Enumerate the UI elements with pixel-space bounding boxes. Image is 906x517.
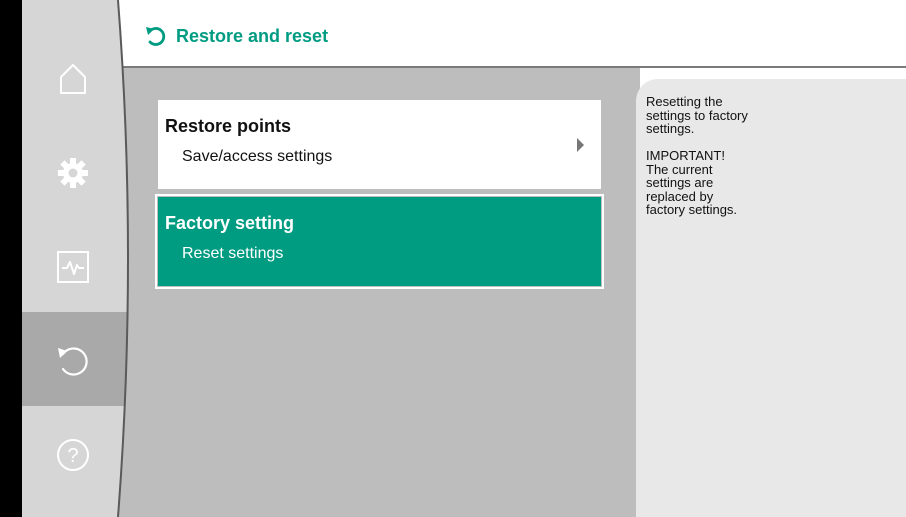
chevron-right-icon	[577, 138, 584, 152]
gear-icon	[58, 158, 88, 188]
home-icon	[60, 64, 86, 94]
menu-item-title: Factory setting	[165, 213, 295, 233]
menu-item-subtitle: Reset settings	[182, 245, 284, 262]
menu-item-restore-points[interactable]: Restore points Save/access settings	[158, 100, 601, 189]
header-bar: Restore and reset	[118, 0, 906, 68]
menu-item-title: Restore points	[165, 116, 292, 136]
help-icon: ?	[57, 439, 89, 471]
diagnostics-icon	[57, 251, 89, 283]
svg-text:?: ?	[67, 445, 78, 467]
page-title: Restore and reset	[176, 26, 329, 46]
menu-item-subtitle: Save/access settings	[182, 148, 333, 165]
sidebar-item-settings[interactable]	[22, 124, 118, 218]
screen: Resetting the settings to factory settin…	[0, 0, 906, 517]
sidebar-item-help[interactable]: ?	[22, 406, 118, 500]
info-panel: Resetting the settings to factory settin…	[636, 79, 906, 517]
menu-item-factory-setting[interactable]: Factory setting Reset settings	[155, 194, 604, 289]
sidebar-item-diagnostics[interactable]	[22, 218, 118, 312]
restore-icon	[58, 347, 88, 376]
info-text: Resetting the settings to factory settin…	[646, 94, 748, 217]
sidebar-item-restore-and-reset[interactable]	[22, 312, 118, 406]
sidebar-item-home[interactable]	[22, 30, 118, 124]
